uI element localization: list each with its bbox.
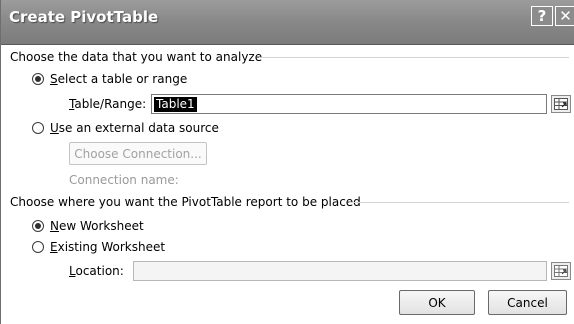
- create-pivottable-dialog: Create PivotTable ? ✕ Choose the data th…: [0, 0, 574, 324]
- radio-existing-worksheet[interactable]: Existing Worksheet: [32, 240, 165, 254]
- range-picker-icon: [554, 265, 568, 277]
- placement-section-heading: Choose where you want the PivotTable rep…: [10, 195, 361, 209]
- radio-external-source-indicator[interactable]: [32, 122, 44, 134]
- title-bar: Create PivotTable ? ✕: [1, 0, 574, 45]
- table-range-value: Table1: [154, 97, 197, 112]
- dialog-title: Create PivotTable: [9, 8, 159, 26]
- help-icon: ?: [537, 7, 547, 25]
- radio-select-table[interactable]: Select a table or range: [32, 72, 187, 86]
- ok-button-label: OK: [428, 295, 446, 310]
- close-icon: ✕: [559, 7, 572, 25]
- radio-select-table-label: Select a table or range: [50, 72, 188, 86]
- cancel-button[interactable]: Cancel: [488, 290, 567, 315]
- connection-name-label: Connection name:: [69, 173, 179, 187]
- table-range-input[interactable]: Table1: [151, 94, 547, 114]
- ok-button[interactable]: OK: [399, 290, 475, 315]
- radio-new-worksheet-label: New Worksheet: [50, 219, 144, 233]
- radio-new-worksheet-indicator[interactable]: [32, 220, 44, 232]
- radio-external-source[interactable]: Use an external data source: [32, 121, 219, 135]
- table-range-picker-button[interactable]: [551, 95, 571, 113]
- close-button[interactable]: ✕: [555, 6, 574, 26]
- radio-select-table-indicator[interactable]: [32, 73, 44, 85]
- radio-external-source-label: Use an external data source: [50, 121, 219, 135]
- radio-existing-worksheet-label: Existing Worksheet: [50, 240, 166, 254]
- radio-new-worksheet[interactable]: New Worksheet: [32, 219, 144, 233]
- table-range-label: Table/Range:: [69, 97, 147, 111]
- range-picker-icon: [554, 98, 568, 110]
- data-section-heading: Choose the data that you want to analyze: [10, 50, 263, 64]
- location-picker-button[interactable]: [551, 262, 571, 280]
- help-button[interactable]: ?: [531, 6, 553, 26]
- placement-section-divider: [349, 202, 569, 203]
- choose-connection-label: Choose Connection...: [74, 146, 202, 161]
- cancel-button-label: Cancel: [507, 295, 548, 310]
- choose-connection-button[interactable]: Choose Connection...: [69, 142, 207, 165]
- radio-existing-worksheet-indicator[interactable]: [32, 241, 44, 253]
- data-section-divider: [259, 57, 569, 58]
- location-label: Location:: [69, 264, 124, 278]
- location-input[interactable]: [133, 261, 547, 281]
